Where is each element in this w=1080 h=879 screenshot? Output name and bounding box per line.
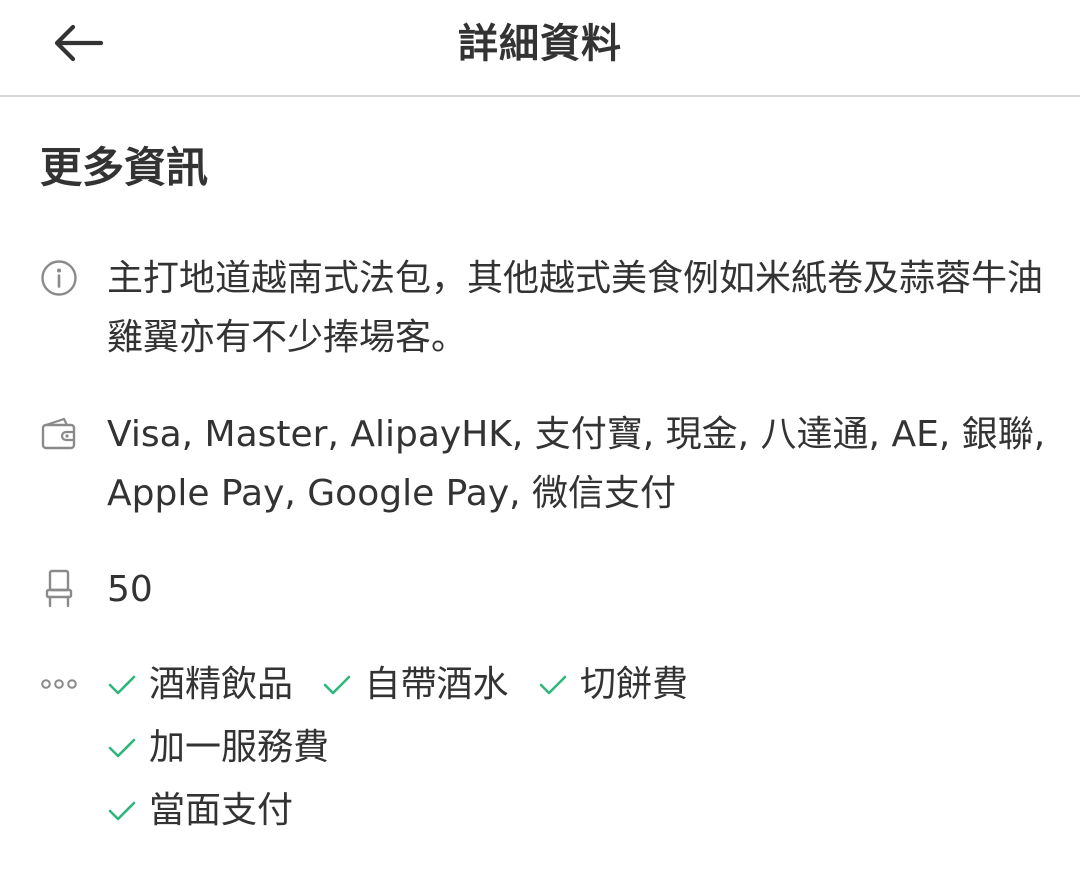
info-row: 主打地道越南式法包，其他越式美食例如米紙卷及蒜蓉牛油雞翼亦有不少捧場客。 — [0, 249, 1080, 379]
facility-tag: 自帶酒水 — [322, 653, 508, 716]
info-circle-icon — [40, 259, 78, 297]
check-icon — [324, 675, 351, 694]
facilities-list: 酒精飲品 自帶酒水 切餅費 加一服務費 當面支付 — [107, 653, 1037, 842]
check-icon — [108, 738, 136, 757]
facility-tag: 酒精飲品 — [107, 653, 293, 716]
facility-tag: 加一服務費 — [107, 716, 329, 779]
facilities-row: 酒精飲品 自帶酒水 切餅費 加一服務費 當面支付 — [0, 653, 1080, 853]
section-title: 更多資訊 — [40, 143, 209, 192]
payment-text: Visa, Master, AlipayHK, 支付寶, 現金, 八達通, AE… — [107, 414, 1046, 514]
payment-row: Visa, Master, AlipayHK, 支付寶, 現金, 八達通, AE… — [0, 405, 1080, 535]
chair-icon — [40, 568, 78, 608]
info-text: 主打地道越南式法包，其他越式美食例如米紙卷及蒜蓉牛油雞翼亦有不少捧場客。 — [107, 258, 1044, 358]
page-title: 詳細資料 — [458, 21, 622, 67]
check-icon — [108, 801, 136, 820]
seats-row: 50 — [0, 560, 1080, 620]
check-icon — [539, 675, 567, 694]
arrow-left-icon — [54, 24, 103, 62]
back-button[interactable] — [44, 14, 110, 72]
check-icon — [108, 675, 136, 694]
seats-value: 50 — [107, 569, 153, 610]
facility-tag: 切餅費 — [538, 653, 688, 716]
facility-tag: 當面支付 — [107, 779, 293, 842]
wallet-icon — [40, 415, 78, 453]
more-dots-icon — [40, 669, 80, 699]
top-bar: 詳細資料 — [0, 0, 1080, 97]
